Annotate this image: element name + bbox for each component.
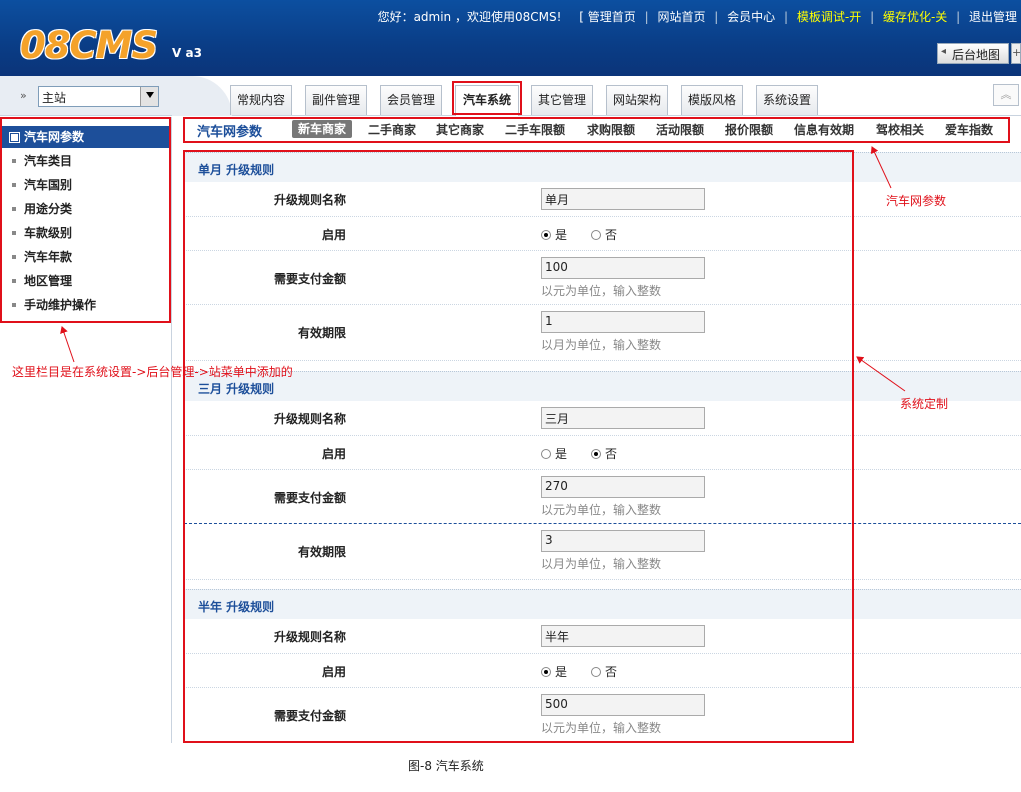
subnav-highlight-box [183, 117, 1010, 143]
scroll-up-icon[interactable]: ︽ [993, 84, 1019, 106]
tab-general-content[interactable]: 常规内容 [230, 85, 292, 115]
chevron-down-icon [146, 92, 154, 98]
logo: 08CMS [20, 24, 158, 67]
site-select[interactable]: 主站 [38, 86, 159, 107]
tab-template-style[interactable]: 模版风格 [681, 85, 743, 115]
active-tab-highlight-box [452, 81, 522, 115]
double-chevron-icon: » [20, 89, 27, 102]
tab-attachments[interactable]: 副件管理 [305, 85, 367, 115]
greeting-text: 您好：admin ，欢迎使用08CMS! [377, 10, 562, 24]
sidebar-annotation: 这里栏目是在系统设置->后台管理->站菜单中添加的 [12, 365, 293, 379]
top-header: 08CMS V a3 您好：admin ，欢迎使用08CMS! [ 管理首页 |… [0, 0, 1021, 76]
admin-home-link[interactable]: [ 管理首页 [579, 8, 636, 25]
version-label: V a3 [172, 46, 202, 60]
template-debug-link[interactable]: 模板调试-开 [797, 8, 861, 25]
top-links: 您好：admin ，欢迎使用08CMS! [ 管理首页 | 网站首页 | 会员中… [377, 8, 1017, 25]
member-center-link[interactable]: 会员中心 [727, 8, 775, 25]
sitemap-button[interactable]: 后台地图 [937, 43, 1009, 64]
site-bar: » 主站 [0, 76, 172, 116]
tab-other[interactable]: 其它管理 [531, 85, 593, 115]
tab-members[interactable]: 会员管理 [380, 85, 442, 115]
figure-caption: 图-8 汽车系统 [408, 759, 484, 773]
main-highlight-box [183, 150, 854, 743]
cache-optimize-link[interactable]: 缓存优化-关 [883, 8, 947, 25]
site-select-value: 主站 [42, 91, 67, 105]
tab-system-settings[interactable]: 系统设置 [756, 85, 818, 115]
sidebar-highlight-box [0, 117, 171, 323]
tab-bar: 常规内容 副件管理 会员管理 汽车系统 其它管理 网站架构 模版风格 系统设置 [172, 76, 1021, 116]
main-annotation: 系统定制 [900, 397, 949, 411]
subnav-annotation: 汽车网参数 [886, 194, 947, 208]
site-home-link[interactable]: 网站首页 [657, 8, 705, 25]
logout-link[interactable]: 退出管理 [969, 8, 1017, 25]
plus-button[interactable]: + [1011, 43, 1021, 64]
tab-site-structure[interactable]: 网站架构 [606, 85, 668, 115]
